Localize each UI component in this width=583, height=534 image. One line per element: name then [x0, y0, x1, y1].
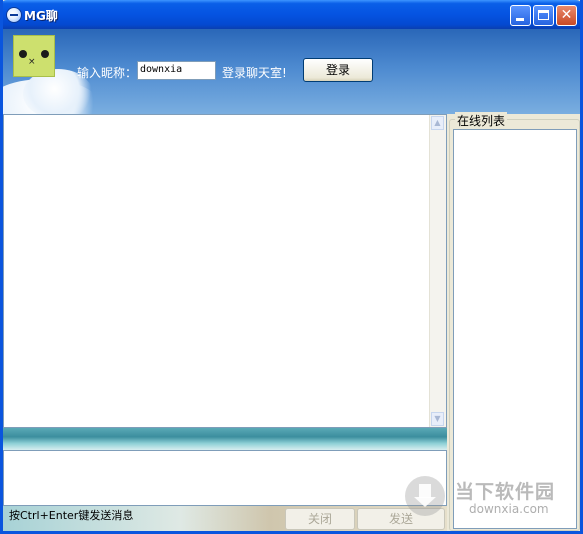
watermark-download-icon	[405, 476, 445, 516]
avatar-mouth-icon: ×	[28, 57, 36, 67]
maximize-button[interactable]	[533, 5, 554, 26]
scroll-up-icon[interactable]: ▲	[431, 116, 444, 130]
login-prompt: 登录聊天室!	[222, 66, 287, 80]
nick-label: 输入昵称：	[77, 66, 138, 80]
chat-scrollbar[interactable]: ▲ ▼	[429, 115, 446, 427]
close-button[interactable]: 关闭	[285, 508, 355, 530]
header-banner: × 输入昵称： downxia 登录聊天室! 登录	[3, 29, 580, 114]
avatar-eye-icon	[41, 50, 49, 58]
chat-history[interactable]: ▲ ▼	[3, 114, 447, 428]
message-input[interactable]	[3, 450, 447, 506]
online-list[interactable]	[453, 129, 577, 529]
avatar: ×	[13, 35, 55, 77]
app-icon	[6, 7, 22, 23]
login-button[interactable]: 登录	[303, 58, 373, 82]
nickname-input[interactable]: downxia	[137, 61, 216, 80]
maximize-icon	[538, 10, 549, 20]
watermark-brand: 当下软件园	[455, 481, 556, 503]
online-panel: 在线列表	[449, 112, 580, 531]
close-icon: ✕	[560, 7, 573, 23]
chat-window: MG聊 ✕ × 输入昵称： downxia 登录聊天室! 登录 ▲ ▼ 按Ctr…	[0, 0, 583, 534]
sea-decoration	[3, 428, 447, 450]
minimize-icon	[516, 18, 524, 21]
window-title: MG聊	[24, 9, 58, 23]
send-hint: 按Ctrl+Enter键发送消息	[9, 509, 134, 522]
avatar-eye-icon	[19, 50, 27, 58]
online-title: 在线列表	[455, 112, 508, 129]
minimize-button[interactable]	[510, 5, 531, 26]
scroll-down-icon[interactable]: ▼	[431, 412, 444, 426]
close-window-button[interactable]: ✕	[556, 5, 577, 26]
title-bar[interactable]: MG聊 ✕	[3, 0, 580, 29]
watermark-url: downxia.com	[469, 502, 549, 516]
